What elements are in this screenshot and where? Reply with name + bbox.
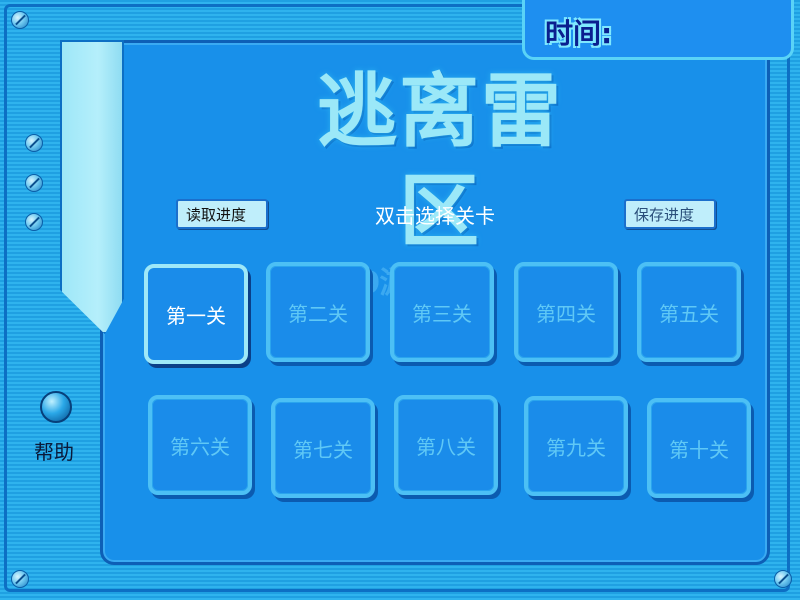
bolt-icon (11, 570, 29, 588)
bolt-icon (25, 134, 43, 152)
bolt-icon (11, 11, 29, 29)
select-level-hint: 双击选择关卡 (375, 204, 495, 228)
level-button-5[interactable]: 第五关 (637, 262, 741, 362)
level-button-10[interactable]: 第十关 (647, 398, 751, 498)
level-button-3[interactable]: 第三关 (390, 262, 494, 362)
level-button-6[interactable]: 第六关 (148, 395, 252, 495)
level-button-2[interactable]: 第二关 (266, 262, 370, 362)
time-display: 时间: (522, 0, 794, 60)
game-title: 逃离雷区 (317, 65, 563, 258)
bolt-icon (774, 570, 792, 588)
bolt-icon (25, 213, 43, 231)
load-progress-button[interactable]: 读取进度 (176, 199, 268, 229)
bolt-icon (25, 174, 43, 192)
help-button[interactable] (40, 391, 72, 423)
level-button-9[interactable]: 第九关 (524, 396, 628, 496)
help-label[interactable]: 帮助 (34, 436, 74, 465)
level-button-8[interactable]: 第八关 (394, 395, 498, 495)
save-progress-button[interactable]: 保存进度 (624, 199, 716, 229)
side-decoration (60, 40, 124, 365)
level-button-7[interactable]: 第七关 (271, 398, 375, 498)
level-button-4[interactable]: 第四关 (514, 262, 618, 362)
level-button-1[interactable]: 第一关 (144, 264, 248, 364)
side-light-strip (60, 40, 124, 334)
time-label: 时间: (545, 17, 613, 50)
